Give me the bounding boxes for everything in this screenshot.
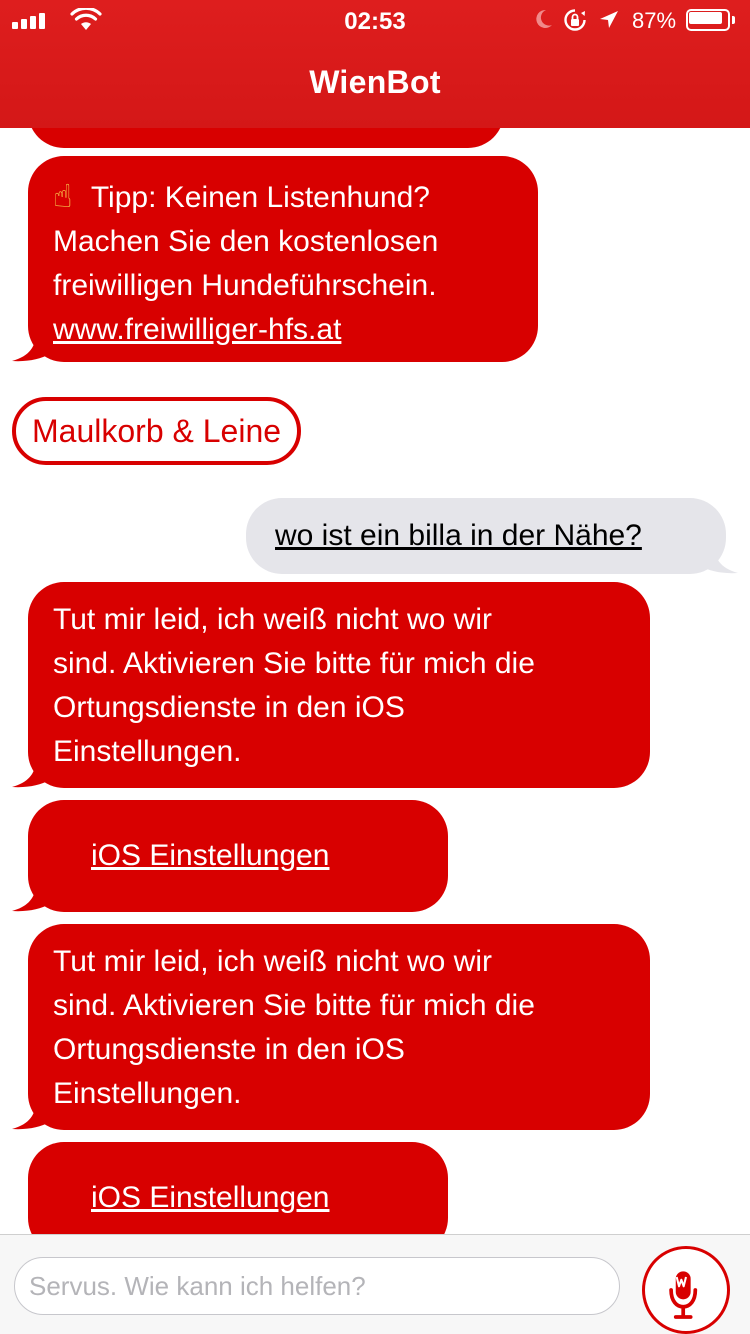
battery-icon bbox=[686, 9, 736, 31]
ios-settings-button[interactable]: iOS Einstellungen bbox=[28, 800, 448, 912]
chat-history[interactable]: ☝ Tipp: Keinen Listenhund? Machen Sie de… bbox=[0, 128, 750, 1234]
microphone-button[interactable] bbox=[642, 1246, 730, 1334]
message-input-field[interactable] bbox=[14, 1257, 620, 1315]
wienbot-microphone-icon bbox=[669, 1271, 698, 1319]
quick-reply-maulkorb-leine[interactable]: Maulkorb & Leine bbox=[12, 397, 302, 465]
ios-settings-link[interactable]: iOS Einstellungen bbox=[91, 834, 448, 878]
location-arrow-icon bbox=[600, 11, 618, 28]
message-line: Tut mir leid, ich weiß nicht wo wir bbox=[53, 945, 492, 978]
message-line: Ortungsdienste in den iOS bbox=[53, 691, 405, 724]
message-line: sind. Aktivieren Sie bitte für mich die bbox=[53, 647, 535, 680]
pointing-up-emoji-icon: ☝ bbox=[53, 178, 73, 214]
message-line: Ortungsdienste in den iOS bbox=[53, 1033, 405, 1066]
user-message-text[interactable]: wo ist ein billa in der Nähe? bbox=[275, 514, 726, 558]
bot-message-partial bbox=[28, 128, 504, 148]
bot-message-location-error: Tut mir leid, ich weiß nicht wo wir sind… bbox=[28, 582, 650, 788]
bubble-tail bbox=[12, 1100, 50, 1130]
message-line: Tut mir leid, ich weiß nicht wo wir bbox=[53, 603, 492, 636]
message-line: Einstellungen. bbox=[53, 735, 242, 768]
message-line: Einstellungen. bbox=[53, 1077, 242, 1110]
ios-settings-link[interactable]: iOS Einstellungen bbox=[91, 1176, 448, 1220]
battery-level-fill bbox=[689, 12, 723, 24]
page-title: WienBot bbox=[309, 64, 441, 100]
message-input-bar bbox=[0, 1234, 750, 1334]
bubble-tail bbox=[700, 544, 738, 574]
rotation-lock-icon bbox=[564, 9, 586, 31]
battery-percentage: 87% bbox=[632, 8, 677, 33]
bubble-tail bbox=[12, 332, 50, 362]
bot-message-location-error: Tut mir leid, ich weiß nicht wo wir sind… bbox=[28, 924, 650, 1130]
status-bar: 02:53 87% bbox=[0, 0, 750, 40]
user-message: wo ist ein billa in der Nähe? bbox=[246, 498, 726, 574]
tip-text-line-1: Tipp: Keinen Listenhund? bbox=[90, 181, 430, 214]
do-not-disturb-moon-icon bbox=[536, 9, 552, 28]
message-line: sind. Aktivieren Sie bitte für mich die bbox=[53, 989, 535, 1022]
tip-text-line-2: Machen Sie den kostenlosen bbox=[53, 225, 439, 258]
ios-settings-button[interactable]: iOS Einstellungen bbox=[28, 1142, 448, 1234]
tip-text-line-3: freiwilligen Hundeführschein. bbox=[53, 269, 437, 302]
message-input[interactable] bbox=[29, 1258, 609, 1314]
bot-message-tip: ☝ Tipp: Keinen Listenhund? Machen Sie de… bbox=[28, 156, 538, 362]
app-header: 02:53 87% WienBot bbox=[0, 0, 750, 128]
tip-website-link[interactable]: www.freiwilliger-hfs.at bbox=[53, 308, 514, 352]
bubble-tail bbox=[12, 758, 50, 788]
bubble-tail bbox=[12, 882, 50, 912]
